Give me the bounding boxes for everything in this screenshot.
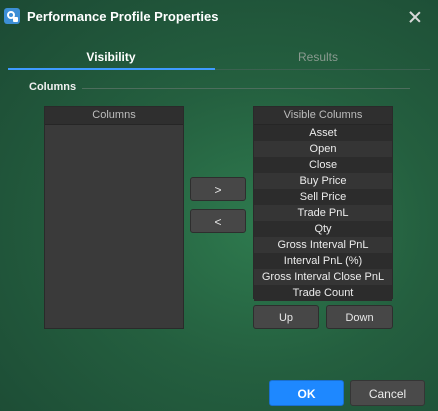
move-left-button[interactable]: < — [190, 209, 246, 233]
tab-results[interactable]: Results — [215, 50, 421, 64]
columns-section-label: Columns — [29, 81, 77, 93]
list-item[interactable]: Gross Interval Close PnL — [254, 269, 392, 285]
list-item[interactable]: Buy Price — [254, 173, 392, 189]
move-down-button[interactable]: Down — [326, 305, 393, 329]
list-item[interactable]: Gross Interval PnL — [254, 237, 392, 253]
move-up-button[interactable]: Up — [253, 305, 319, 329]
cancel-button[interactable]: Cancel — [350, 380, 425, 406]
close-icon[interactable] — [404, 6, 426, 28]
tab-divider — [215, 69, 430, 70]
list-item[interactable]: Asset — [254, 125, 392, 141]
visible-columns-list[interactable]: Visible Columns Asset Open Close Buy Pri… — [253, 106, 393, 301]
active-tab-indicator — [8, 68, 215, 70]
title-bar: Performance Profile Properties — [0, 0, 438, 34]
tab-visibility[interactable]: Visibility — [8, 50, 214, 64]
list-item[interactable]: Sell Price — [254, 189, 392, 205]
list-item[interactable]: Open — [254, 141, 392, 157]
list-item[interactable]: Trade PnL — [254, 205, 392, 221]
available-columns-list[interactable]: Columns — [44, 106, 184, 329]
list-item[interactable]: Close — [254, 157, 392, 173]
ok-button[interactable]: OK — [269, 380, 344, 406]
app-settings-icon — [4, 8, 20, 24]
visible-columns-header: Visible Columns — [254, 107, 392, 125]
window-title: Performance Profile Properties — [27, 9, 219, 24]
list-item[interactable]: Trade Count — [254, 285, 392, 301]
visible-columns-items: Asset Open Close Buy Price Sell Price Tr… — [254, 125, 392, 301]
move-right-button[interactable]: > — [190, 177, 246, 201]
list-item[interactable]: Qty — [254, 221, 392, 237]
available-columns-header: Columns — [45, 107, 183, 125]
list-item[interactable]: Interval PnL (%) — [254, 253, 392, 269]
section-divider — [82, 88, 410, 89]
